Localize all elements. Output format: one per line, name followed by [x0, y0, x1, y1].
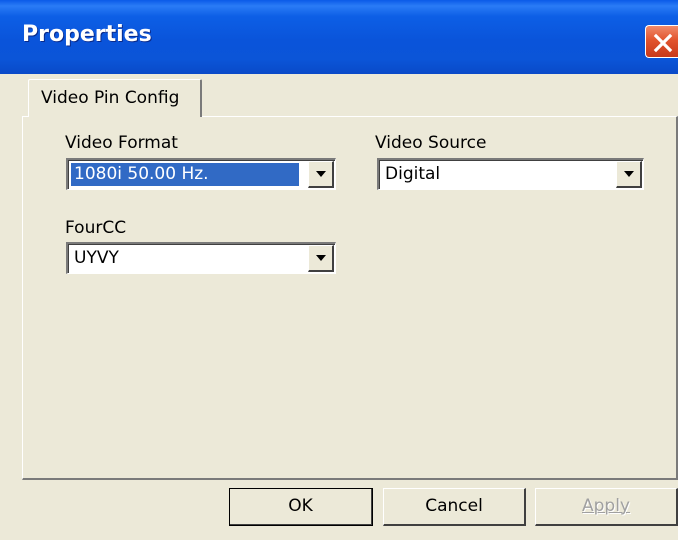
- ok-button[interactable]: OK: [229, 488, 373, 526]
- close-button[interactable]: [645, 25, 678, 58]
- video-format-dropdown-button[interactable]: [308, 161, 334, 188]
- chevron-down-icon: [316, 171, 326, 177]
- close-icon: [653, 33, 673, 53]
- title-bar[interactable]: Properties: [0, 0, 678, 74]
- tab-label: Video Pin Config: [41, 88, 180, 108]
- apply-button[interactable]: Apply: [535, 488, 678, 526]
- chevron-down-icon: [624, 171, 634, 177]
- chevron-down-icon: [316, 255, 326, 261]
- fourcc-dropdown-button[interactable]: [308, 245, 334, 272]
- tab-panel: Video Format 1080i 50.00 Hz. Video Sourc…: [22, 116, 678, 480]
- apply-button-label: Apply: [582, 496, 630, 516]
- window-title: Properties: [22, 22, 152, 47]
- video-source-label: Video Source: [375, 133, 487, 153]
- video-source-value: Digital: [385, 164, 441, 184]
- fourcc-value: UYVY: [74, 248, 119, 268]
- fourcc-label: FourCC: [65, 218, 127, 238]
- video-format-value: 1080i 50.00 Hz.: [71, 163, 299, 186]
- video-source-dropdown-button[interactable]: [616, 161, 642, 188]
- video-format-dropdown[interactable]: 1080i 50.00 Hz.: [66, 158, 336, 190]
- video-format-label: Video Format: [65, 133, 178, 153]
- tab-video-pin-config[interactable]: Video Pin Config: [28, 79, 202, 117]
- fourcc-dropdown[interactable]: UYVY: [66, 242, 336, 274]
- video-source-dropdown[interactable]: Digital: [377, 158, 644, 190]
- cancel-button[interactable]: Cancel: [383, 488, 526, 526]
